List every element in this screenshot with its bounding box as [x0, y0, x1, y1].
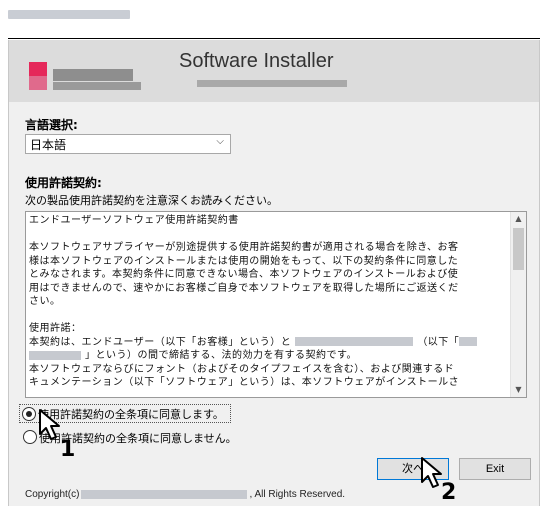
license-line: キュメンテーション（以下「ソフトウェア」という）は、本ソフトウェアがインストール…	[29, 377, 460, 388]
scroll-up-icon[interactable]: ▲	[511, 212, 526, 226]
redacted-text	[295, 337, 414, 346]
chevron-down-icon: ⌵	[216, 136, 224, 147]
license-line: 用はできませんので、速やかにお客様ご自身で本ソフトウェアを取得した場所にご返送く…	[29, 282, 459, 294]
installer-window: Software Installer 言語選択: 日本語 ⌵ 使用許諾契約: 次…	[8, 40, 540, 506]
step-number-1: 1	[60, 437, 76, 462]
language-select[interactable]: 日本語 ⌵	[25, 134, 231, 154]
redacted-text	[459, 337, 478, 346]
license-line-part: 」という）の間で締結する、法的効力を有する契約です。	[85, 350, 357, 361]
redacted-text	[29, 350, 81, 360]
exit-button[interactable]: Exit	[459, 458, 531, 480]
language-label: 言語選択:	[25, 118, 78, 132]
scrollbar-thumb[interactable]	[513, 228, 524, 270]
license-line: エンドユーザーソフトウェア使用許諾契約書	[29, 215, 239, 226]
license-instruction: 次の製品使用許諾契約を注意深くお読みください。	[25, 194, 278, 207]
subtitle-redacted	[197, 80, 347, 87]
installer-header: Software Installer	[9, 40, 539, 102]
license-line: 」という）の間で締結する、法的効力を有する契約です。	[29, 349, 507, 363]
license-line: 本ソフトウェアならびにフォント（およびそのタイプフェイスを含む）、および関連する…	[29, 363, 455, 375]
license-line	[29, 309, 507, 323]
divider	[8, 38, 540, 39]
document-caption-redacted	[8, 10, 130, 19]
license-line	[29, 228, 507, 242]
license-line: 本契約は、エンドユーザー（以下「お客様」という）と （以下「	[29, 336, 507, 350]
redacted-text	[81, 489, 248, 499]
scroll-down-icon[interactable]: ▼	[511, 383, 526, 397]
license-line: 様は本ソフトウェアのインストールまたは使用の開始をもって、以下の契約条件に同意し…	[29, 255, 459, 267]
disagree-radio[interactable]	[23, 430, 37, 444]
copyright-text: Copyright(c) , All Rights Reserved.	[25, 489, 345, 500]
step-number-2: 2	[441, 480, 457, 505]
language-select-value: 日本語	[30, 138, 67, 152]
license-line: さい。	[29, 296, 61, 307]
license-text: エンドユーザーソフトウェア使用許諾契約書 本ソフトウェアサプライヤーが別途提供す…	[29, 214, 507, 390]
license-line-part: 本契約は、エンドユーザー（以下「お客様」という）と	[29, 336, 292, 348]
agree-radio[interactable]	[22, 407, 36, 421]
license-line-part: （以下「	[417, 336, 460, 348]
copyright-suffix: , All Rights Reserved.	[249, 489, 346, 500]
app-title: Software Installer	[179, 50, 334, 72]
license-line: 本ソフトウェアサプライヤーが別途提供する使用許諾契約書が適用される場合を除き、お…	[29, 242, 459, 253]
license-text-box[interactable]: エンドユーザーソフトウェア使用許諾契約書 本ソフトウェアサプライヤーが別途提供す…	[25, 211, 527, 398]
license-line: とみなされます。本契約条件に同意できない場合、本ソフトウェアのインストールおよび…	[29, 269, 459, 280]
license-scrollbar[interactable]: ▲ ▼	[510, 212, 526, 397]
license-line: 使用許諾：	[29, 323, 82, 334]
license-label: 使用許諾契約:	[25, 176, 102, 190]
copyright-prefix: Copyright(c)	[25, 489, 80, 500]
